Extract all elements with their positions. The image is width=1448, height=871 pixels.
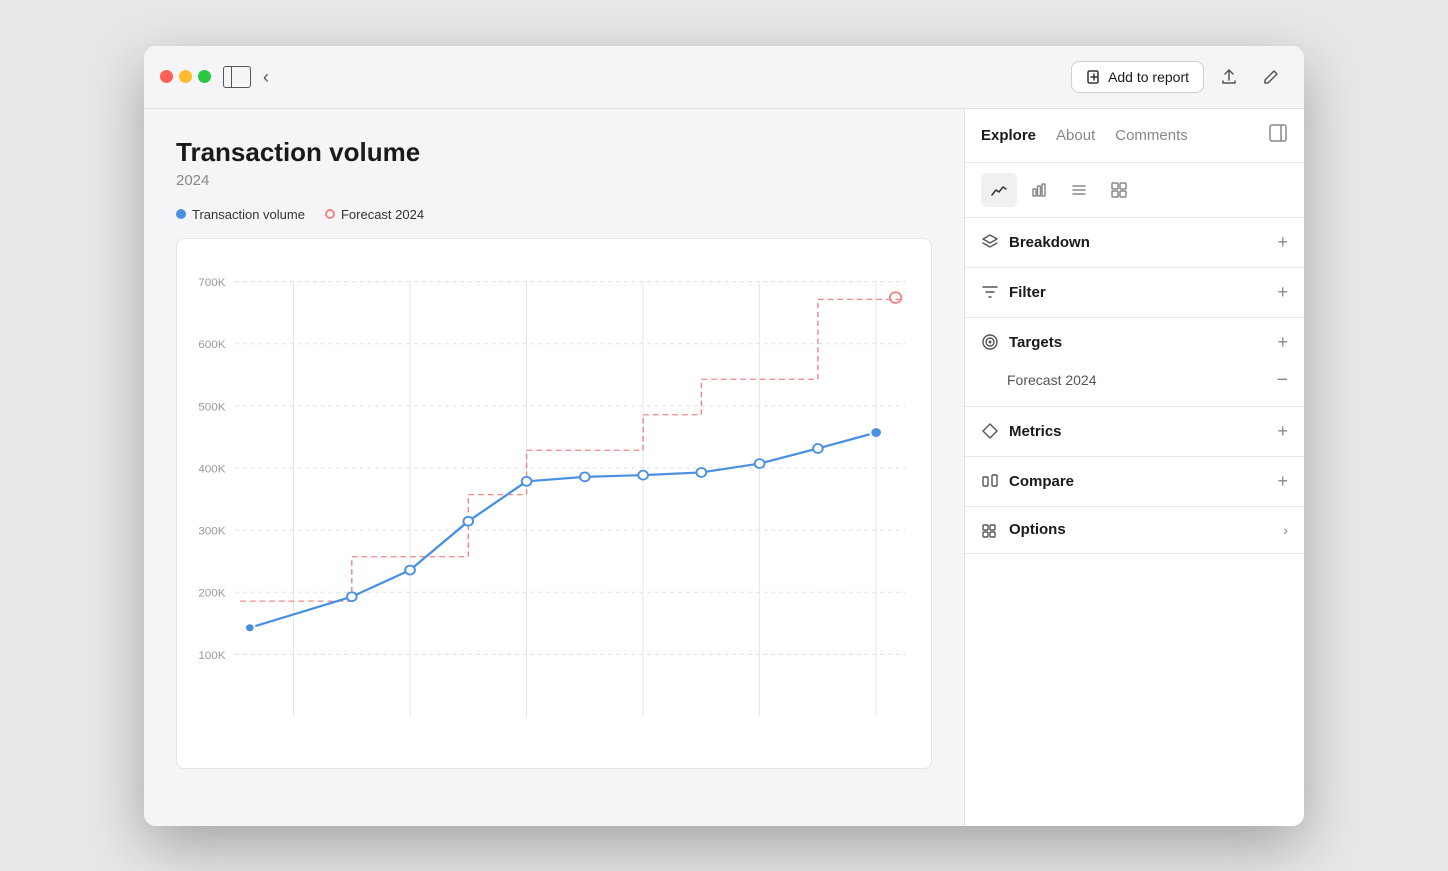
view-bar-button[interactable] <box>1021 173 1057 207</box>
targets-header[interactable]: Targets + <box>965 318 1304 367</box>
panel-tabs: Explore About Comments <box>965 109 1304 163</box>
filter-icon <box>981 283 999 301</box>
compare-title: Compare <box>1009 473 1267 490</box>
share-button[interactable] <box>1212 60 1246 94</box>
options-header[interactable]: Options › <box>965 507 1304 553</box>
tab-comments[interactable]: Comments <box>1115 127 1188 144</box>
legend-dot-forecast <box>325 209 335 219</box>
filter-title: Filter <box>1009 284 1267 301</box>
legend-label-transaction: Transaction volume <box>192 207 305 222</box>
bar-chart-icon <box>1030 181 1048 199</box>
chart-svg: 700K 600K 500K 400K 300K 200K 100K <box>177 255 915 752</box>
chart-panel: Transaction volume 2024 Transaction volu… <box>144 109 964 826</box>
targets-sub: Forecast 2024 − <box>965 367 1304 406</box>
maximize-button[interactable] <box>198 70 211 83</box>
forecast-2024-label: Forecast 2024 <box>1007 372 1097 388</box>
options-arrow-icon: › <box>1283 522 1288 538</box>
chart-subtitle: 2024 <box>176 172 932 189</box>
traffic-lights <box>160 70 211 83</box>
sidebar-toggle-icon[interactable] <box>223 66 251 88</box>
app-window: ‹ Add to report <box>144 46 1304 826</box>
legend-dot-blue <box>176 209 186 219</box>
options-title: Options <box>1009 521 1273 538</box>
svg-text:700K: 700K <box>198 277 226 288</box>
edit-icon <box>1262 68 1280 86</box>
grid-icon <box>1110 181 1128 199</box>
svg-text:600K: 600K <box>198 339 226 350</box>
options-icon <box>981 521 999 539</box>
section-targets: Targets + Forecast 2024 − <box>965 318 1304 407</box>
filter-header[interactable]: Filter + <box>965 268 1304 317</box>
add-report-label: Add to report <box>1108 69 1189 85</box>
panel-collapse-icon[interactable] <box>1268 123 1288 148</box>
metrics-add-button[interactable]: + <box>1277 421 1288 442</box>
list-icon <box>1070 181 1088 199</box>
tab-explore[interactable]: Explore <box>981 127 1036 144</box>
add-to-report-button[interactable]: Add to report <box>1071 61 1204 93</box>
tab-about[interactable]: About <box>1056 127 1095 144</box>
view-line-button[interactable] <box>981 173 1017 207</box>
forecast-2024-item: Forecast 2024 − <box>1007 369 1288 392</box>
main-content: Transaction volume 2024 Transaction volu… <box>144 109 1304 826</box>
breakdown-title: Breakdown <box>1009 234 1267 251</box>
targets-title: Targets <box>1009 334 1267 351</box>
view-grid-button[interactable] <box>1101 173 1137 207</box>
minimize-button[interactable] <box>179 70 192 83</box>
share-icon <box>1220 68 1238 86</box>
chart-legend: Transaction volume Forecast 2024 <box>176 207 932 222</box>
layers-icon <box>981 233 999 251</box>
svg-text:500K: 500K <box>198 401 226 412</box>
breakdown-add-button[interactable]: + <box>1277 232 1288 253</box>
view-switcher <box>965 163 1304 218</box>
compare-header[interactable]: Compare + <box>965 457 1304 506</box>
chart-title: Transaction volume <box>176 137 932 168</box>
svg-text:200K: 200K <box>198 588 226 599</box>
diamond-icon <box>981 422 999 440</box>
legend-forecast: Forecast 2024 <box>325 207 424 222</box>
panel-sections: Breakdown + Filter + <box>965 218 1304 826</box>
section-filter: Filter + <box>965 268 1304 318</box>
forecast-remove-button[interactable]: − <box>1276 369 1288 392</box>
view-list-button[interactable] <box>1061 173 1097 207</box>
right-panel: Explore About Comments <box>964 109 1304 826</box>
compare-add-button[interactable]: + <box>1277 471 1288 492</box>
svg-text:300K: 300K <box>198 525 226 536</box>
legend-label-forecast: Forecast 2024 <box>341 207 424 222</box>
legend-transaction-volume: Transaction volume <box>176 207 305 222</box>
section-compare: Compare + <box>965 457 1304 507</box>
line-chart-icon <box>990 181 1008 199</box>
filter-add-button[interactable]: + <box>1277 282 1288 303</box>
svg-text:100K: 100K <box>198 650 226 661</box>
breakdown-header[interactable]: Breakdown + <box>965 218 1304 267</box>
svg-text:400K: 400K <box>198 463 226 474</box>
compare-icon <box>981 472 999 490</box>
chart-area: 700K 600K 500K 400K 300K 200K 100K <box>176 238 932 769</box>
section-metrics: Metrics + <box>965 407 1304 457</box>
section-options: Options › <box>965 507 1304 554</box>
titlebar: ‹ Add to report <box>144 46 1304 109</box>
close-button[interactable] <box>160 70 173 83</box>
edit-button[interactable] <box>1254 60 1288 94</box>
targets-add-button[interactable]: + <box>1277 332 1288 353</box>
add-report-icon <box>1086 69 1102 85</box>
metrics-header[interactable]: Metrics + <box>965 407 1304 456</box>
target-icon <box>981 333 999 351</box>
metrics-title: Metrics <box>1009 423 1267 440</box>
back-button[interactable]: ‹ <box>263 68 269 86</box>
section-breakdown: Breakdown + <box>965 218 1304 268</box>
